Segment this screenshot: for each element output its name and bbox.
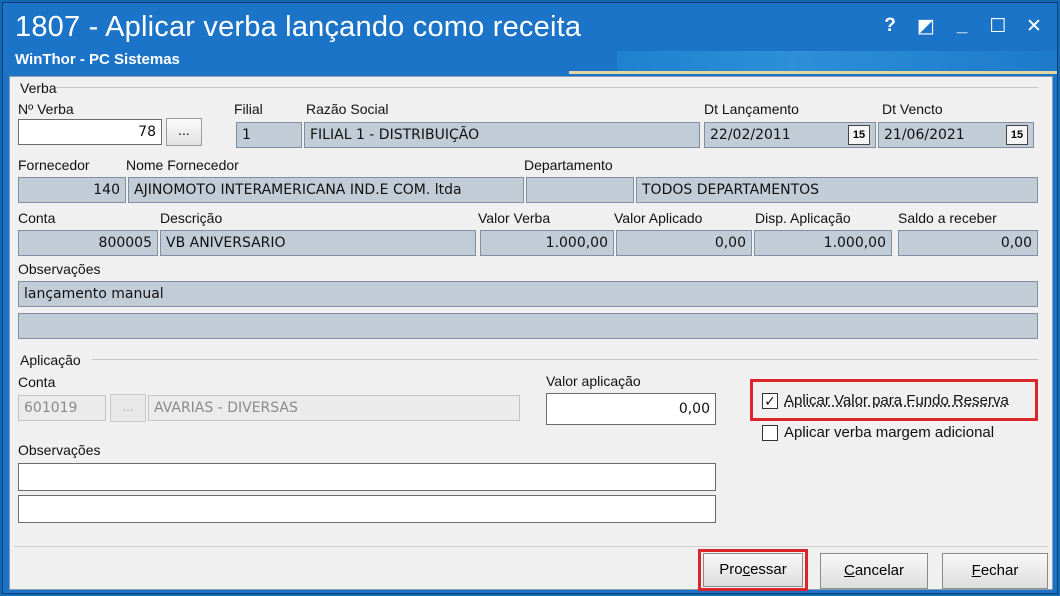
razao-social-field: FILIAL 1 - DISTRIBUIÇÃO	[304, 122, 700, 148]
dt-lancamento-label: Dt Lançamento	[704, 101, 799, 117]
restore-icon[interactable]: ◩	[913, 13, 939, 39]
cancelar-label-key: C	[843, 562, 855, 579]
verba-group-label: Verba	[20, 80, 57, 96]
fornecedor-field: 140	[18, 177, 126, 203]
aplicacao-observacoes-label: Observações	[18, 442, 101, 458]
minimize-icon[interactable]: _	[949, 13, 975, 39]
close-icon[interactable]: ✕	[1021, 13, 1047, 39]
help-icon[interactable]: ?	[877, 13, 903, 39]
valor-verba-label: Valor Verba	[478, 210, 551, 226]
num-verba-lookup-button[interactable]: ...	[166, 118, 202, 146]
razao-social-label: Razão Social	[306, 101, 389, 117]
window-controls: ? ◩ _ ☐ ✕	[877, 13, 1047, 39]
departamento-label: Departamento	[524, 157, 613, 173]
aplicacao-conta-lookup-button[interactable]: ...	[110, 394, 146, 422]
processar-label-b: essar	[750, 561, 787, 578]
departamento-code-field	[526, 177, 634, 203]
aplicacao-observacoes-line2[interactable]	[18, 495, 716, 523]
margem-adicional-box	[762, 424, 778, 441]
filial-label: Filial	[234, 101, 263, 117]
conta-field: 800005	[18, 230, 158, 256]
verba-observacoes-line2	[18, 313, 1038, 339]
title-decoration-line	[569, 71, 1057, 74]
title-bar[interactable]: 1807 - Aplicar verba lançando como recei…	[3, 3, 1057, 75]
num-verba-input[interactable]: 78	[18, 119, 162, 145]
fechar-label-key: F	[971, 562, 981, 579]
margem-adicional-checkbox[interactable]: Aplicar verba margem adicional	[762, 424, 994, 441]
dt-lancamento-calendar-icon[interactable]: 15	[848, 125, 870, 145]
window-title: 1807 - Aplicar verba lançando como recei…	[15, 11, 582, 43]
descricao-field: VB ANIVERSARIO	[160, 230, 476, 256]
saldo-receber-label: Saldo a receber	[898, 210, 997, 226]
nome-fornecedor-label: Nome Fornecedor	[126, 157, 239, 173]
aplicacao-conta-desc-field: AVARIAS - DIVERSAS	[148, 395, 520, 421]
num-verba-label: Nº Verba	[18, 101, 74, 117]
aplicacao-group-label: Aplicação	[20, 352, 81, 368]
aplicacao-conta-label: Conta	[18, 374, 56, 390]
cancelar-button[interactable]: Cancelar	[820, 553, 928, 589]
fornecedor-label: Fornecedor	[18, 157, 90, 173]
fundo-reserva-checkbox[interactable]: ✓ Aplicar Valor para Fundo Reserva	[762, 392, 1009, 409]
verba-observacoes-label: Observações	[18, 261, 101, 277]
processar-label-a: Pro	[719, 561, 743, 578]
maximize-icon[interactable]: ☐	[985, 13, 1011, 39]
dialog-window: 1807 - Aplicar verba lançando como recei…	[2, 2, 1058, 594]
fechar-button[interactable]: Fechar	[942, 553, 1048, 589]
aplicacao-observacoes-line1[interactable]	[18, 463, 716, 491]
footer-divider	[14, 546, 1048, 547]
verba-group-line	[54, 87, 1038, 88]
conta-label: Conta	[18, 210, 56, 226]
title-decoration	[617, 51, 1057, 73]
departamento-field: TODOS DEPARTAMENTOS	[636, 177, 1038, 203]
valor-aplicacao-label: Valor aplicação	[546, 373, 641, 389]
verba-observacoes-line1: lançamento manual	[18, 281, 1038, 307]
aplicacao-group-line	[92, 359, 1038, 360]
nome-fornecedor-field: AJINOMOTO INTERAMERICANA IND.E COM. ltda	[128, 177, 524, 203]
valor-aplicacao-input[interactable]: 0,00	[546, 393, 716, 425]
window-subtitle: WinThor - PC Sistemas	[15, 51, 180, 68]
fundo-reserva-check-icon: ✓	[762, 392, 778, 409]
dt-vencto-calendar-icon[interactable]: 15	[1006, 125, 1028, 145]
dt-vencto-label: Dt Vencto	[882, 101, 943, 117]
valor-verba-field: 1.000,00	[480, 230, 614, 256]
fundo-reserva-label: Aplicar Valor para Fundo Reserva	[784, 392, 1009, 409]
dialog-body: Verba Nº Verba 78 ... Filial 1 Razão Soc…	[9, 76, 1053, 591]
descricao-label: Descrição	[160, 210, 223, 226]
processar-label-key: c	[742, 561, 751, 578]
valor-aplicado-field: 0,00	[616, 230, 752, 256]
saldo-receber-field: 0,00	[898, 230, 1038, 256]
margem-adicional-label: Aplicar verba margem adicional	[784, 424, 995, 441]
disp-aplicacao-field: 1.000,00	[754, 230, 892, 256]
filial-field: 1	[236, 122, 302, 148]
disp-aplicacao-label: Disp. Aplicação	[755, 210, 851, 226]
processar-button[interactable]: Processar	[703, 553, 803, 587]
aplicacao-conta-field: 601019	[18, 395, 106, 421]
valor-aplicado-label: Valor Aplicado	[614, 210, 703, 226]
cancelar-label-rest: ancelar	[854, 562, 905, 579]
fechar-label-rest: echar	[980, 562, 1019, 579]
